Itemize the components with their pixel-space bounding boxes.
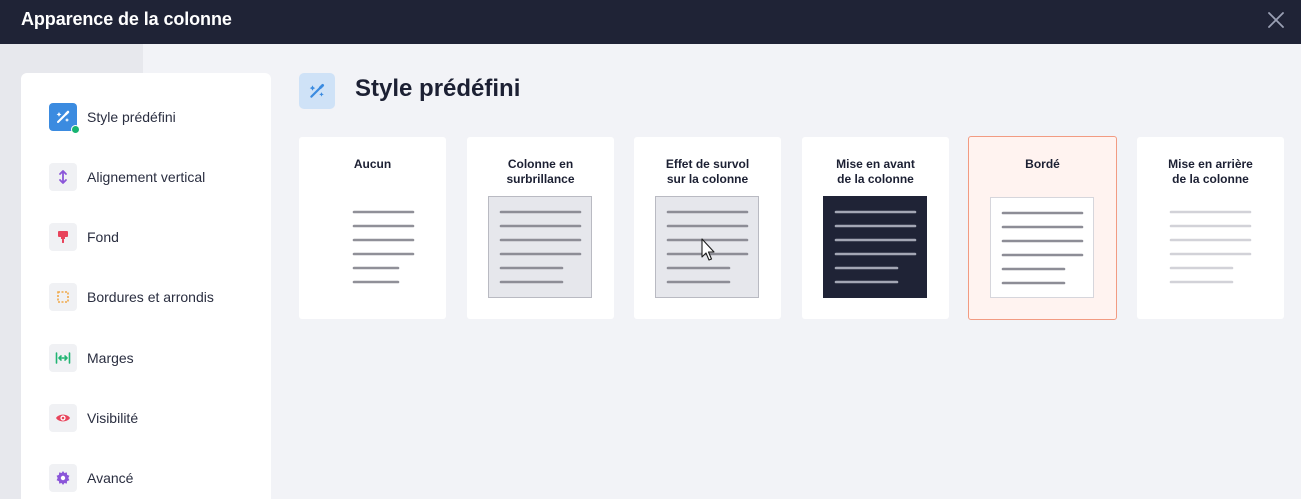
sidebar: Style prédéfini Alignement vertical Fond… xyxy=(21,73,271,499)
preview-lines-highlighted xyxy=(488,196,593,298)
preset-card-mise-en-avant[interactable]: Mise en avant de la colonne xyxy=(802,137,949,319)
preview-lines-plain xyxy=(320,196,425,298)
preset-label: Bordé xyxy=(1025,157,1060,171)
preview-lines-dark xyxy=(823,196,928,298)
preview-lines-bordered xyxy=(990,197,1095,299)
sidebar-item-fond[interactable]: Fond xyxy=(49,222,259,252)
active-status-dot xyxy=(71,125,80,134)
magic-wand-icon xyxy=(299,73,335,109)
sidebar-item-label: Marges xyxy=(87,350,134,366)
sidebar-item-style-predefini[interactable]: Style prédéfini xyxy=(49,102,259,134)
sidebar-item-label: Alignement vertical xyxy=(87,169,206,185)
preset-label: Mise en avant de la colonne xyxy=(836,157,915,186)
gear-icon xyxy=(49,464,77,492)
preset-card-effet-de-survol[interactable]: Effet de survol sur la colonne xyxy=(634,137,781,319)
sidebar-item-label: Fond xyxy=(87,229,119,245)
preset-label: Aucun xyxy=(353,157,392,171)
eye-icon xyxy=(49,404,77,432)
preset-card-mise-en-arriere[interactable]: Mise en arrière de la colonne xyxy=(1137,137,1284,319)
vertical-align-icon xyxy=(49,163,77,191)
sidebar-item-avance[interactable]: Avancé xyxy=(49,463,259,493)
sidebar-item-marges[interactable]: Marges xyxy=(49,343,259,373)
sidebar-item-bordures[interactable]: Bordures et arrondis xyxy=(49,282,259,312)
sidebar-item-visibilite[interactable]: Visibilité xyxy=(49,403,259,433)
preview-lines-faded xyxy=(1158,196,1263,298)
page-title: Style prédéfini xyxy=(355,75,521,102)
dialog-titlebar: Apparence de la colonne xyxy=(0,0,1301,44)
preset-card-colonne-en-surbrillance[interactable]: Colonne en surbrillance xyxy=(467,137,614,319)
paint-roller-icon xyxy=(49,223,77,251)
preset-card-borde[interactable]: Bordé xyxy=(968,136,1117,320)
border-dashed-icon xyxy=(49,283,77,311)
sidebar-item-label: Visibilité xyxy=(87,410,139,426)
margins-icon xyxy=(49,344,77,372)
preset-label: Mise en arrière de la colonne xyxy=(1168,157,1253,186)
magic-wand-icon xyxy=(49,103,80,134)
close-icon[interactable] xyxy=(1266,10,1286,30)
sidebar-item-alignement-vertical[interactable]: Alignement vertical xyxy=(49,162,259,192)
preset-label: Effet de survol sur la colonne xyxy=(665,157,750,186)
sidebar-item-label: Bordures et arrondis xyxy=(87,289,214,305)
preview-lines-hover xyxy=(655,196,760,298)
sidebar-item-label: Avancé xyxy=(87,470,134,486)
preset-label: Colonne en surbrillance xyxy=(506,157,575,186)
dialog-title: Apparence de la colonne xyxy=(21,9,232,29)
sidebar-item-label: Style prédéfini xyxy=(87,109,176,125)
preset-card-aucun[interactable]: Aucun xyxy=(299,137,446,319)
